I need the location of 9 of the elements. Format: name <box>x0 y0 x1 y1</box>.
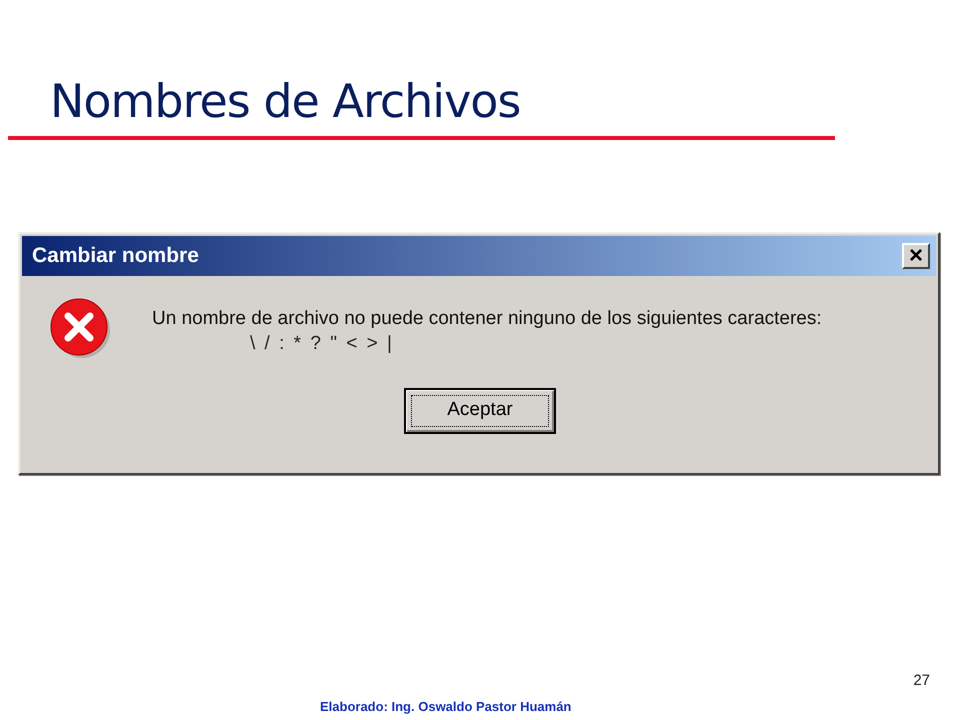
slide-title: Nombres de Archivos <box>50 76 522 127</box>
ok-button[interactable]: Aceptar <box>404 388 556 434</box>
error-icon <box>48 296 112 360</box>
error-message: Un nombre de archivo no puede contener ninguno de los siguientes caracteres: <box>152 308 822 330</box>
footer-credit: Elaborado: Ing. Oswaldo Pastor Huamán <box>320 698 572 716</box>
invalid-characters: \ / : * ? " < > | <box>250 332 395 356</box>
close-button[interactable]: × <box>902 242 930 269</box>
page-number: 27 <box>913 671 930 691</box>
dialog-title: Cambiar nombre <box>32 242 199 269</box>
